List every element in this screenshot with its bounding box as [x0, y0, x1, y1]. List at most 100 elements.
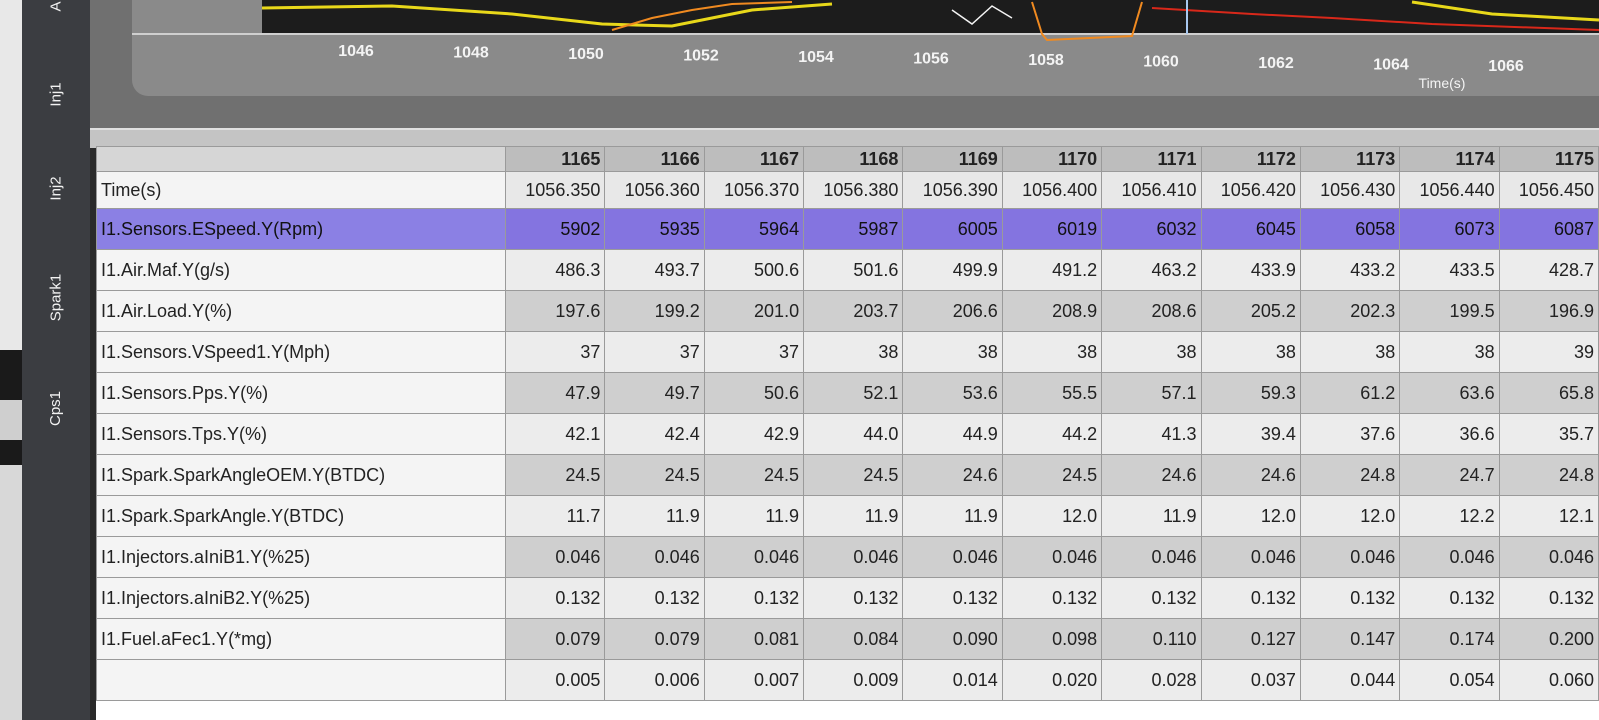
- column-time-9: 1056.440: [1399, 171, 1500, 209]
- table-cell: 0.044: [1299, 659, 1401, 701]
- table-cell: 65.8: [1498, 372, 1599, 414]
- row-label: I1.Injectors.aIniB2.Y(%25): [96, 577, 506, 619]
- table-row[interactable]: I1.Spark.SparkAngleOEM.Y(BTDC) 24.5 24.5 24…: [96, 454, 1599, 496]
- tab-cps1[interactable]: Cps1: [22, 378, 90, 438]
- row-label: I1.Sensors.ESpeed.Y(Rpm): [96, 208, 506, 250]
- table-cell: 11.9: [1101, 495, 1202, 537]
- table-cell: 11.7: [504, 495, 606, 537]
- table-cell: 0.046: [604, 536, 705, 578]
- table-cell: 44.2: [1001, 413, 1103, 455]
- tab-inj2[interactable]: Inj2: [22, 160, 90, 216]
- x-tick-label: 1052: [683, 48, 719, 65]
- splitter-bar[interactable]: [90, 128, 1599, 148]
- table-cell: 24.5: [803, 454, 904, 496]
- table-cell: 5935: [604, 208, 705, 250]
- table-cell: 24.5: [1001, 454, 1103, 496]
- column-index-10[interactable]: 1175: [1498, 146, 1599, 172]
- channel-tab-bar: A Inj1 Inj2 Spark1 Cps1: [22, 0, 90, 720]
- table-cell: 6032: [1101, 208, 1202, 250]
- table-cell: 37: [703, 331, 805, 373]
- table-cell: 38: [1200, 331, 1301, 373]
- column-index-1[interactable]: 1166: [604, 146, 705, 172]
- table-row[interactable]: I1.Fuel.aFec1.Y(*mg) 0.079 0.079 0.081 0.084…: [96, 618, 1599, 660]
- row-label: I1.Air.Load.Y(%): [96, 290, 506, 332]
- table-cell: 0.079: [504, 618, 606, 660]
- table-cell: 38: [1299, 331, 1401, 373]
- left-window-strip: [0, 0, 22, 720]
- table-row[interactable]: I1.Injectors.aIniB1.Y(%25) 0.046 0.046 0.04…: [96, 536, 1599, 578]
- column-index-0[interactable]: 1165: [504, 146, 606, 172]
- table-cell: 12.0: [1200, 495, 1301, 537]
- row-label: I1.Injectors.aIniB1.Y(%25): [96, 536, 506, 578]
- column-index-7[interactable]: 1172: [1200, 146, 1301, 172]
- table-cell: 12.2: [1399, 495, 1500, 537]
- table-cell: 0.132: [1299, 577, 1401, 619]
- table-cell: 24.6: [902, 454, 1003, 496]
- column-index-8[interactable]: 1173: [1299, 146, 1401, 172]
- tab-spark1[interactable]: Spark1: [22, 262, 90, 332]
- x-tick-label: 1062: [1258, 55, 1294, 72]
- table-cell: 6073: [1399, 208, 1500, 250]
- table-cell: 55.5: [1001, 372, 1103, 414]
- table-cell: 0.046: [803, 536, 904, 578]
- table-row[interactable]: I1.Spark.SparkAngle.Y(BTDC) 11.7 11.9 11.9 1…: [96, 495, 1599, 537]
- column-index-4[interactable]: 1169: [902, 146, 1003, 172]
- table-cell: 0.007: [703, 659, 805, 701]
- row-label: I1.Fuel.aFec1.Y(*mg): [96, 618, 506, 660]
- tab-inj1[interactable]: Inj1: [22, 66, 90, 122]
- table-cell: 24.8: [1299, 454, 1401, 496]
- time-chart: 924 104610481050105210541056105810601062…: [90, 0, 1599, 128]
- table-row[interactable]: I1.Sensors.Pps.Y(%) 47.9 49.7 50.6 52.1 53.6 5…: [96, 372, 1599, 414]
- table-cell: 203.7: [803, 290, 904, 332]
- table-cell: 433.5: [1399, 249, 1500, 291]
- table-cell: 6019: [1001, 208, 1103, 250]
- table-cell: 0.132: [1101, 577, 1202, 619]
- table-cell: 0.132: [703, 577, 805, 619]
- table-row[interactable]: I1.Sensors.VSpeed1.Y(Mph) 37 37 37 38 38 38 38 3…: [96, 331, 1599, 373]
- table-row[interactable]: I1.Air.Maf.Y(g/s) 486.3 493.7 500.6 501.6 499…: [96, 249, 1599, 291]
- table-cell: 0.147: [1299, 618, 1401, 660]
- table-cell: 24.5: [504, 454, 606, 496]
- table-cell: 0.046: [1399, 536, 1500, 578]
- column-time-2: 1056.370: [703, 171, 805, 209]
- table-cell: 0.046: [1101, 536, 1202, 578]
- table-cell: 24.6: [1200, 454, 1301, 496]
- left-panel-middle: [0, 400, 22, 440]
- tab-a[interactable]: A: [22, 0, 90, 18]
- time-row: Time(s) 1056.350 1056.360 1056.370 1056.380…: [96, 171, 1599, 209]
- table-cell: 205.2: [1200, 290, 1301, 332]
- column-index-2[interactable]: 1167: [703, 146, 805, 172]
- table-cell: 0.046: [504, 536, 606, 578]
- column-index-3[interactable]: 1168: [803, 146, 904, 172]
- table-cell: 199.5: [1399, 290, 1500, 332]
- table-row-selected[interactable]: I1.Sensors.ESpeed.Y(Rpm) 5902 5935 5964 5987…: [96, 208, 1599, 250]
- x-axis-label: Time(s): [1419, 75, 1466, 91]
- table-cell: 42.9: [703, 413, 805, 455]
- table-cell: 0.009: [803, 659, 904, 701]
- column-index-6[interactable]: 1171: [1101, 146, 1202, 172]
- table-cell: 0.054: [1399, 659, 1500, 701]
- table-cell: 0.132: [803, 577, 904, 619]
- column-index-5[interactable]: 1170: [1001, 146, 1103, 172]
- table-cell: 38: [1001, 331, 1103, 373]
- table-row[interactable]: 0.005 0.006 0.007 0.009 0.014 0.020 0.028 0.037…: [96, 659, 1599, 701]
- column-index-9[interactable]: 1174: [1399, 146, 1500, 172]
- table-row[interactable]: I1.Air.Load.Y(%) 197.6 199.2 201.0 203.7 206.…: [96, 290, 1599, 332]
- table-row[interactable]: I1.Injectors.aIniB2.Y(%25) 0.132 0.132 0.13…: [96, 577, 1599, 619]
- table-cell: 0.046: [902, 536, 1003, 578]
- table-cell: 0.132: [1001, 577, 1103, 619]
- table-row[interactable]: I1.Sensors.Tps.Y(%) 42.1 42.4 42.9 44.0 44.9 4…: [96, 413, 1599, 455]
- chart-plot-area[interactable]: 1046 1048 1050 1052 1054 1056 1058 1060 1062 1064…: [132, 0, 1599, 96]
- table-cell: 37.6: [1299, 413, 1401, 455]
- table-cell: 44.9: [902, 413, 1003, 455]
- table-cell: 0.081: [703, 618, 805, 660]
- table-cell: 491.2: [1001, 249, 1103, 291]
- table-cell: 206.6: [902, 290, 1003, 332]
- row-label: I1.Air.Maf.Y(g/s): [96, 249, 506, 291]
- table-cell: 35.7: [1498, 413, 1599, 455]
- left-panel-upper: [0, 0, 22, 350]
- table-cell: 463.2: [1101, 249, 1202, 291]
- table-cell: 50.6: [703, 372, 805, 414]
- table-cell: 0.046: [1001, 536, 1103, 578]
- table-cell: 0.132: [1200, 577, 1301, 619]
